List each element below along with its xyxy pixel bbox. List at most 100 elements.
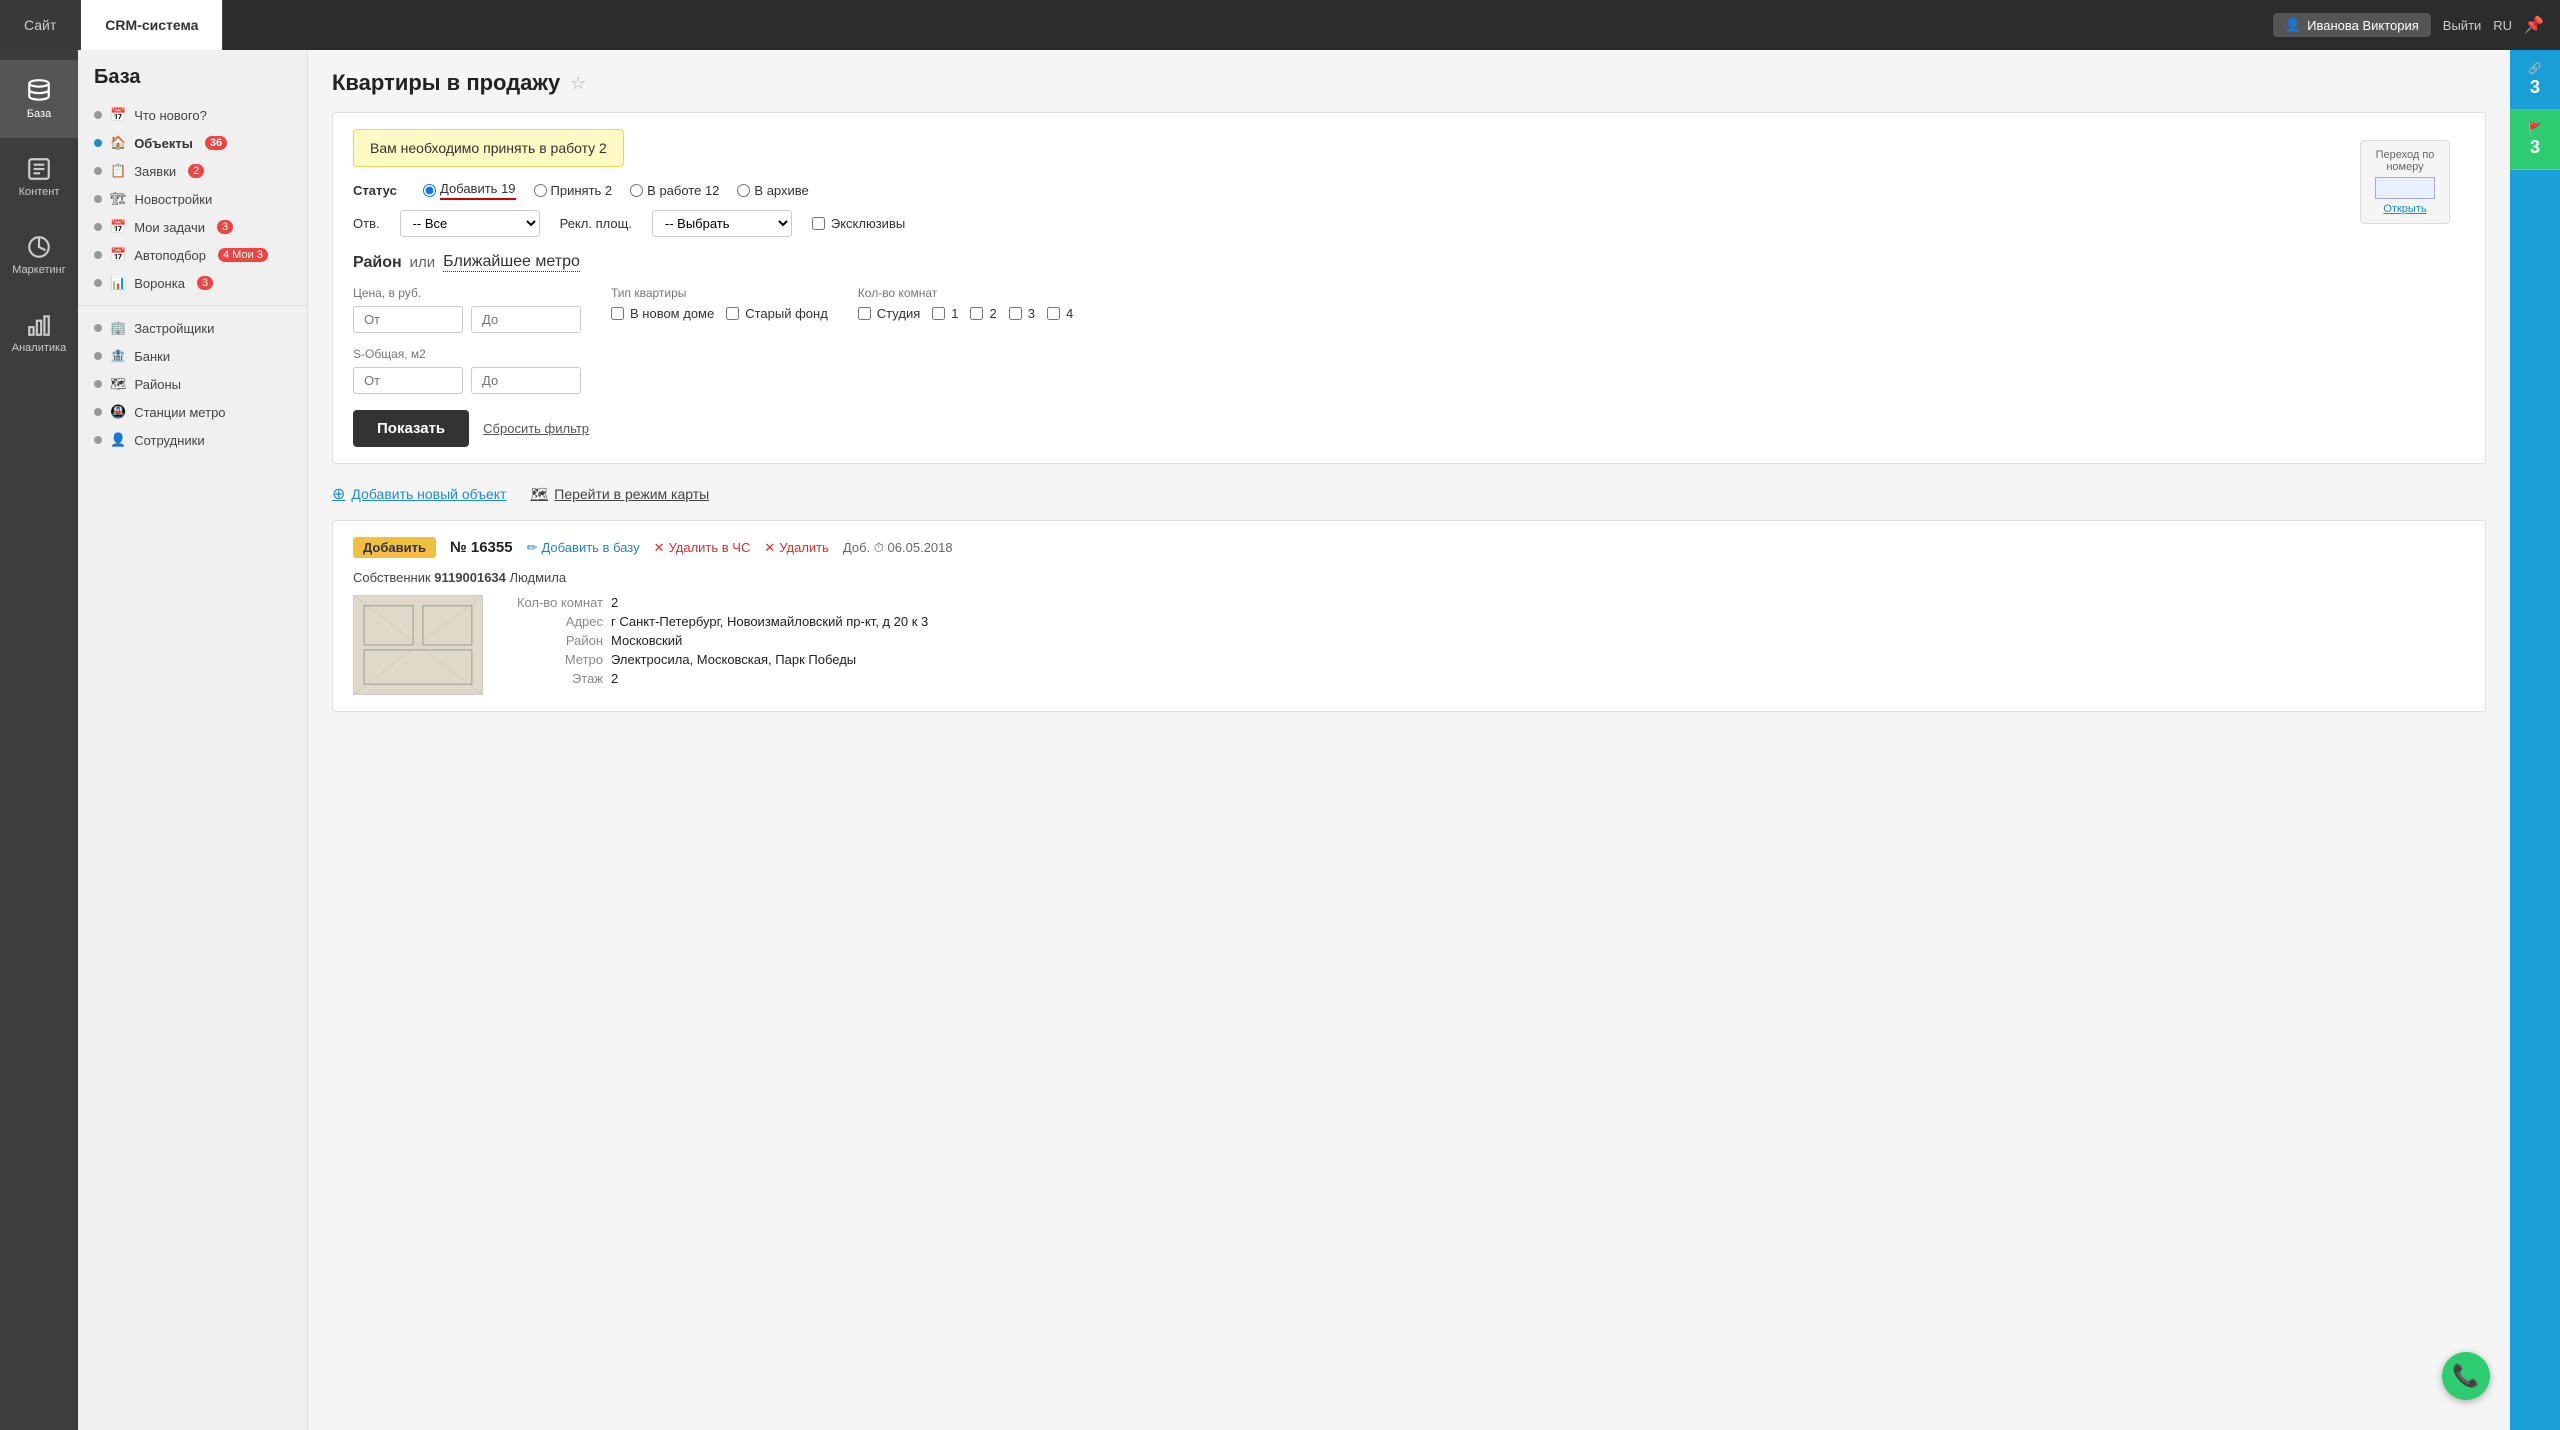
otvet-select[interactable]: -- Все: [400, 210, 540, 237]
sidebar-item-baza[interactable]: База: [0, 60, 78, 138]
room-studiya[interactable]: Студия: [858, 306, 920, 321]
price-group: Цена, в руб.: [353, 286, 581, 333]
status-radio-varhive[interactable]: В архиве: [737, 183, 808, 198]
tab-crm[interactable]: CRM-система: [81, 0, 223, 50]
add-new-object-link[interactable]: ⊕ Добавить новый объект: [332, 484, 506, 504]
show-button[interactable]: Показать: [353, 410, 469, 447]
apt-type-noviy[interactable]: В новом доме: [611, 306, 714, 321]
nav-widget-label1: Переход: [2376, 149, 2420, 161]
nav-item-moizadachi[interactable]: 📅 Мои задачи 3: [78, 213, 307, 241]
nav-item-obekty[interactable]: 🏠 Объекты 36: [78, 129, 307, 157]
delete-link[interactable]: ✕ Удалить: [764, 540, 829, 556]
detail-label-metro: Метро: [503, 652, 603, 667]
room-studiya-check[interactable]: [858, 307, 871, 320]
nav-item-stancii[interactable]: 🚇 Станции метро: [78, 398, 307, 426]
nav-dot: [94, 408, 102, 416]
right-panel-btn1[interactable]: 🔗 3: [2510, 50, 2560, 110]
apt-type-checkboxes: В новом доме Старый фонд: [611, 306, 828, 321]
detail-value-etazh: 2: [611, 671, 618, 686]
room-count-label: Кол-во комнат: [858, 286, 1073, 300]
nav-item-chtonovogo[interactable]: 📅 Что нового?: [78, 101, 307, 129]
logout-button[interactable]: Выйти: [2443, 18, 2482, 33]
area-to-input[interactable]: [471, 367, 581, 394]
sidebar-item-analitika[interactable]: Аналитика: [0, 294, 78, 372]
room-4[interactable]: 4: [1047, 306, 1073, 321]
lang-selector[interactable]: RU: [2493, 18, 2512, 33]
nav-item-rayony[interactable]: 🗺 Районы: [78, 370, 307, 398]
rekl-select[interactable]: -- Выбрать: [652, 210, 792, 237]
map-mode-link[interactable]: 🗺 Перейти в режим карты: [530, 486, 709, 503]
sidebar-item-kontent[interactable]: Контент: [0, 138, 78, 216]
detail-label-address: Адрес: [503, 614, 603, 629]
status-label: Статус: [353, 183, 403, 198]
nav-label-novostroyki: Новостройки: [135, 192, 213, 207]
listing-card: Добавить № 16355 ✏ Добавить в базу ✕ Уда…: [332, 520, 2486, 712]
price-to-input[interactable]: [471, 306, 581, 333]
price-from-input[interactable]: [353, 306, 463, 333]
nav-dot: [94, 223, 102, 231]
room-2[interactable]: 2: [970, 306, 996, 321]
nav-item-zayavki[interactable]: 📋 Заявки 2: [78, 157, 307, 185]
status-radio-vrabote[interactable]: В работе 12: [630, 183, 719, 198]
nav-label-zastroyshiki: Застройщики: [134, 321, 214, 336]
exclusive-checkbox-label[interactable]: Эксклюзивы: [812, 216, 905, 231]
tab-site[interactable]: Сайт: [0, 0, 81, 50]
nav-dot: [94, 352, 102, 360]
detail-label-etazh: Этаж: [503, 671, 603, 686]
room-3-label: 3: [1028, 306, 1035, 321]
phone-fab-button[interactable]: 📞: [2442, 1352, 2490, 1400]
apt-type-noviy-check[interactable]: [611, 307, 624, 320]
nav-label-rayony: Районы: [135, 377, 181, 392]
pin-icon[interactable]: 📌: [2524, 15, 2544, 35]
add-to-base-link[interactable]: ✏ Добавить в базу: [527, 540, 640, 556]
detail-row-address: Адрес г Санкт-Петербург, Новоизмайловски…: [503, 614, 928, 629]
nav-item-voronka[interactable]: 📊 Воронка 3: [78, 269, 307, 297]
added-date: 06.05.2018: [888, 540, 953, 555]
room-4-check[interactable]: [1047, 307, 1060, 320]
nav-item-sotrudniki[interactable]: 👤 Сотрудники: [78, 426, 307, 454]
delete-from-bl-link[interactable]: ✕ Удалить в ЧС: [654, 540, 751, 556]
status-radio-input-vrabote[interactable]: [630, 184, 643, 197]
detail-label-rayon: Район: [503, 633, 603, 648]
reset-filter-link[interactable]: Сбросить фильтр: [483, 421, 589, 436]
right-panel-btn2[interactable]: 🚩 3: [2510, 110, 2560, 170]
room-3[interactable]: 3: [1009, 306, 1035, 321]
nav-item-banki[interactable]: 🏦 Банки: [78, 342, 307, 370]
room-1[interactable]: 1: [932, 306, 958, 321]
exclusive-label: Эксклюзивы: [831, 216, 905, 231]
nav-icon-obekty: 🏠: [110, 135, 126, 151]
apt-type-staryy[interactable]: Старый фонд: [726, 306, 828, 321]
nav-widget-open-link[interactable]: Открыть: [2383, 203, 2426, 215]
sidebar-item-marketing[interactable]: Маркетинг: [0, 216, 78, 294]
x-icon: ✕: [654, 540, 665, 556]
sidebar-label-baza: База: [27, 108, 51, 120]
nav-widget-input[interactable]: [2375, 177, 2435, 199]
nav-label-stancii: Станции метро: [134, 405, 225, 420]
room-1-label: 1: [951, 306, 958, 321]
room-3-check[interactable]: [1009, 307, 1022, 320]
status-radio-prinyat[interactable]: Принять 2: [534, 183, 613, 198]
status-radio-input-varhive[interactable]: [737, 184, 750, 197]
nav-item-avtopodpor[interactable]: 📅 Автоподбор 4 Мои 3: [78, 241, 307, 269]
alert-banner: Вам необходимо принять в работу 2: [353, 129, 2465, 181]
status-radio-dobavit[interactable]: Добавить 19: [423, 181, 516, 200]
status-radio-input-dobavit[interactable]: [423, 184, 436, 197]
room-2-check[interactable]: [970, 307, 983, 320]
favorite-icon[interactable]: ☆: [570, 73, 586, 94]
listing-details: Кол-во комнат 2 Адрес г Санкт-Петербург,…: [503, 595, 928, 695]
nav-item-zastroyshiki[interactable]: 🏢 Застройщики: [78, 314, 307, 342]
exclusive-checkbox[interactable]: [812, 217, 825, 230]
metro-tab[interactable]: Ближайшее метро: [443, 253, 580, 272]
area-from-input[interactable]: [353, 367, 463, 394]
pencil-icon: ✏: [527, 540, 538, 556]
district-tab[interactable]: Район: [353, 254, 402, 272]
nav-item-novostroyki[interactable]: 🏗 Новостройки: [78, 185, 307, 213]
listing-number: № 16355: [450, 539, 513, 556]
nav-icon-novostroyki: 🏗: [110, 191, 127, 207]
area-metro-row: Район или Ближайшее метро: [353, 253, 2465, 272]
status-radio-input-prinyat[interactable]: [534, 184, 547, 197]
tab-crm-label: CRM-система: [105, 17, 198, 33]
apt-type-staryy-check[interactable]: [726, 307, 739, 320]
room-1-check[interactable]: [932, 307, 945, 320]
nav-icon-banki: 🏦: [110, 348, 126, 364]
